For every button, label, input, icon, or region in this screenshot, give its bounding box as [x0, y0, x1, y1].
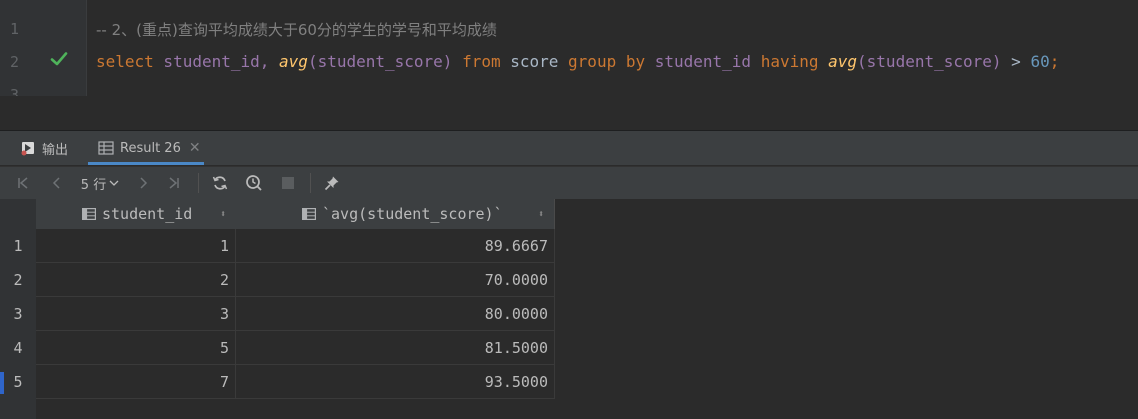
- column-table-icon: [82, 208, 96, 220]
- column-header-student-id[interactable]: student_id ⬍: [36, 199, 237, 229]
- row-number: 1: [13, 237, 23, 255]
- tab-output-label: 输出: [42, 142, 69, 158]
- refresh-icon[interactable]: [210, 173, 230, 193]
- previous-page-icon[interactable]: [48, 173, 66, 193]
- active-tab-indicator: [88, 162, 204, 165]
- page-size-dropdown[interactable]: 5 行: [78, 173, 122, 193]
- last-page-icon[interactable]: [164, 173, 184, 193]
- table-icon: [98, 141, 114, 155]
- table-name: score: [510, 52, 559, 71]
- keyword-select: select: [96, 52, 154, 71]
- output-console-icon: [21, 142, 34, 156]
- sort-icon[interactable]: ⬍: [220, 209, 226, 220]
- selected-row-marker: [0, 372, 4, 394]
- column-header-avg-score[interactable]: `avg(student_score)` ⬍: [236, 199, 555, 229]
- sql-editor[interactable]: 1 2 3 -- 2、(重点)查询平均成绩大于60分的学生的学号和平均成绩 se…: [0, 0, 1138, 96]
- tab-result-label: Result 26: [120, 140, 181, 156]
- having-args: (student_score): [857, 52, 1002, 71]
- function-avg: avg: [279, 52, 308, 71]
- first-page-icon[interactable]: [14, 173, 32, 193]
- column-table-icon: [302, 208, 316, 220]
- page-size-value: 5 行: [80, 177, 107, 193]
- chevron-down-icon: [109, 180, 119, 186]
- function-args: (student_score): [307, 52, 453, 71]
- line-number: 1: [10, 20, 20, 38]
- keyword-group-by: group by: [558, 52, 655, 71]
- row-number: 2: [13, 271, 23, 289]
- pin-icon[interactable]: [322, 173, 342, 193]
- table-cell[interactable]: 81.5000: [236, 331, 555, 365]
- table-cell[interactable]: 1: [36, 229, 236, 263]
- function-avg-having: avg: [828, 52, 858, 71]
- number-literal: 60: [1030, 52, 1050, 71]
- table-cell[interactable]: 70.0000: [236, 263, 555, 297]
- table-cell[interactable]: 80.0000: [236, 297, 555, 331]
- toolbar-separator: [310, 173, 311, 193]
- table-cell[interactable]: 3: [36, 297, 236, 331]
- history-clock-icon[interactable]: [244, 173, 264, 193]
- group-column: student_id: [654, 52, 752, 71]
- operator-gt: >: [1001, 52, 1031, 71]
- table-cell[interactable]: 5: [36, 331, 236, 365]
- execution-success-check-icon: [50, 52, 68, 66]
- close-icon[interactable]: ✕: [189, 140, 201, 156]
- keyword-having: having: [751, 52, 829, 71]
- stop-icon[interactable]: [278, 173, 298, 193]
- statement-terminator: ;: [1049, 52, 1060, 71]
- column-student-id: student_id,: [153, 52, 280, 71]
- sort-icon[interactable]: ⬍: [538, 209, 544, 220]
- table-cell[interactable]: 7: [36, 365, 236, 399]
- table-cell[interactable]: 2: [36, 263, 236, 297]
- tab-output[interactable]: 输出: [20, 131, 68, 165]
- keyword-from: from: [452, 52, 511, 71]
- row-number: 3: [13, 305, 23, 323]
- gutter-separator: [86, 0, 87, 96]
- panel-spacer: [0, 96, 1138, 130]
- next-page-icon[interactable]: [134, 173, 152, 193]
- results-tab-bar: 输出 Result 26 ✕: [0, 131, 1138, 165]
- results-toolbar: 5 行: [0, 166, 1138, 200]
- table-cell[interactable]: 93.5000: [236, 365, 555, 399]
- line-number: 2: [10, 53, 20, 71]
- tab-result[interactable]: Result 26 ✕: [98, 131, 201, 165]
- sql-comment-line: -- 2、(重点)查询平均成绩大于60分的学生的学号和平均成绩: [96, 21, 497, 39]
- column-header-label: `avg(student_score)`: [322, 205, 503, 223]
- sql-query-line[interactable]: select student_id, avg(student_score) fr…: [96, 52, 1059, 71]
- column-header-label: student_id: [102, 205, 193, 223]
- toolbar-separator: [198, 173, 199, 193]
- line-number: 3: [10, 86, 20, 96]
- editor-gutter: [0, 0, 86, 96]
- result-grid[interactable]: student_id ⬍ `avg(student_score)` ⬍ 1 1 …: [0, 199, 1138, 419]
- row-number: 4: [13, 339, 23, 357]
- table-cell[interactable]: 89.6667: [236, 229, 555, 263]
- row-number: 5: [13, 373, 23, 391]
